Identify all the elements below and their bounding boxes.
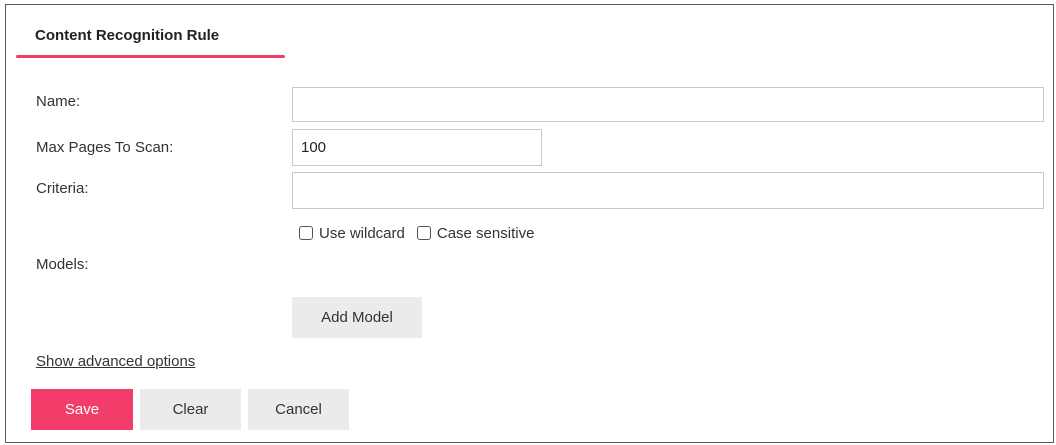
criteria-input[interactable] xyxy=(292,172,1044,209)
save-button[interactable]: Save xyxy=(31,389,133,430)
case-sensitive-label[interactable]: Case sensitive xyxy=(437,225,535,242)
cancel-button[interactable]: Cancel xyxy=(248,389,349,430)
case-sensitive-checkbox[interactable] xyxy=(416,226,431,240)
use-wildcard-label[interactable]: Use wildcard xyxy=(319,225,405,242)
tab-label: Content Recognition Rule xyxy=(35,27,220,44)
show-advanced-options-link[interactable]: Show advanced options xyxy=(36,353,195,370)
max-pages-input[interactable] xyxy=(292,129,542,166)
max-pages-label: Max Pages To Scan: xyxy=(36,139,174,156)
criteria-label: Criteria: xyxy=(36,180,89,197)
models-label: Models: xyxy=(36,256,89,273)
clear-button[interactable]: Clear xyxy=(140,389,241,430)
add-model-button[interactable]: Add Model xyxy=(292,297,422,338)
tab-content-recognition-rule[interactable]: Content Recognition Rule xyxy=(16,20,285,58)
name-label: Name: xyxy=(36,93,81,110)
active-tab-indicator xyxy=(16,55,285,58)
criteria-options: Use wildcard Case sensitive xyxy=(299,222,546,244)
name-input[interactable] xyxy=(292,87,1044,122)
use-wildcard-checkbox[interactable] xyxy=(299,226,313,240)
